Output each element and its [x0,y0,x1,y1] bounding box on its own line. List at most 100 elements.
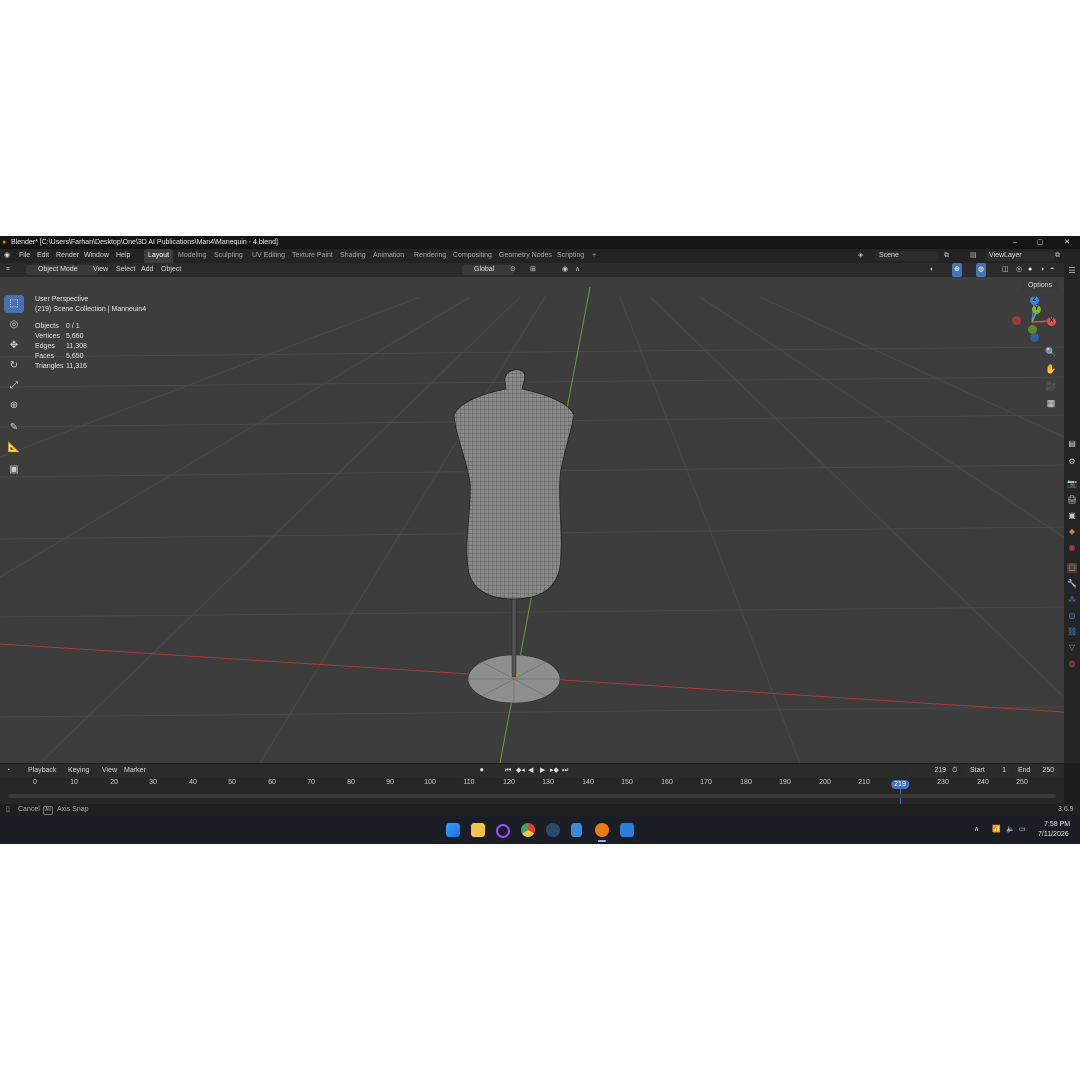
notes-app-icon[interactable] [571,823,582,837]
snap-icon[interactable]: ⊞ [530,263,536,277]
menu-file[interactable]: File [19,249,30,263]
constraints-properties-icon[interactable]: ⛓ [1067,627,1077,637]
select-box-tool[interactable]: ⬚ [4,295,24,313]
jump-end-icon[interactable]: ⏭ [562,764,568,778]
camera-view-icon[interactable]: 🎥 [1044,379,1058,393]
chrome-icon[interactable] [521,823,535,837]
tab-shading[interactable]: Shading [340,249,366,263]
pivot-icon[interactable]: ⊙ [510,263,516,277]
measure-tool[interactable]: 📐 [4,439,24,457]
auto-keying-icon[interactable]: ⏺ [480,764,484,778]
world-properties-icon[interactable]: ◉ [1067,543,1077,553]
clock-time[interactable]: 7:58 PM [1044,821,1070,828]
paint-app-icon[interactable] [620,823,634,837]
gizmo-toggle-icon[interactable]: ⊕ [952,263,962,277]
material-shading-icon[interactable]: ◑ [1040,263,1044,277]
close-button[interactable]: ✕ [1054,236,1080,249]
tab-modeling[interactable]: Modeling [178,249,206,263]
tab-animation[interactable]: Animation [373,249,404,263]
tab-uv-editing[interactable]: UV Editing [252,249,285,263]
scene-selector[interactable]: Scene [875,251,939,261]
view-layer-selector[interactable]: ViewLayer [985,251,1055,261]
wireframe-shading-icon[interactable]: ◎ [1016,263,1022,277]
add-workspace-button[interactable]: + [592,249,596,263]
tab-compositing[interactable]: Compositing [453,249,492,263]
data-properties-icon[interactable]: ▽ [1067,643,1077,653]
jump-start-icon[interactable]: ⏮ [505,764,511,778]
solid-shading-icon[interactable]: ● [1028,263,1032,277]
tab-scripting[interactable]: Scripting [557,249,584,263]
material-properties-icon[interactable]: ◍ [1067,659,1077,669]
xray-icon[interactable]: ◫ [1002,263,1009,277]
view-layer-properties-icon[interactable]: ▣ [1067,511,1077,521]
end-frame-field[interactable]: End 250 [1014,766,1058,776]
particles-properties-icon[interactable]: ⁂ [1067,595,1077,605]
options-button[interactable]: Options [1022,281,1058,291]
jump-keyframe-forward-icon[interactable]: ▸◆ [550,764,559,778]
menu-keying[interactable]: Keying [68,764,89,778]
scene-properties-icon[interactable]: ◆ [1067,527,1077,537]
new-view-layer-icon[interactable]: ⧉ [1055,249,1060,263]
tab-rendering[interactable]: Rendering [414,249,446,263]
menu-add[interactable]: Add [141,263,153,277]
minimize-button[interactable]: – [1002,236,1028,249]
editor-type-icon[interactable]: ⌗ [6,263,10,277]
gizmo-z-axis[interactable]: Z [1030,296,1039,305]
tab-texture-paint[interactable]: Texture Paint [292,249,333,263]
timeline-ruler[interactable]: 0 10 20 30 40 50 60 70 80 90 100 110 120… [0,778,1064,804]
scale-tool[interactable]: ⤢ [4,377,24,395]
transform-orientation-selector[interactable]: Global [462,265,514,275]
menu-edit[interactable]: Edit [37,249,49,263]
render-properties-icon[interactable]: 📷 [1067,479,1077,489]
file-explorer-icon[interactable] [471,823,485,837]
render-shading-icon[interactable]: ◓ [1050,263,1054,277]
tool-properties-icon[interactable]: ⚙ [1067,457,1077,467]
menu-marker[interactable]: Marker [124,764,146,778]
tab-geometry-nodes[interactable]: Geometry Nodes [499,249,552,263]
menu-playback[interactable]: Playback [28,764,56,778]
3d-viewport[interactable]: ⬚ ◎ ✥ ↻ ⤢ ⊕ ✎ 📐 ▣ User Perspective (219)… [0,277,1064,763]
tab-sculpting[interactable]: Sculpting [214,249,243,263]
menu-help[interactable]: Help [116,249,130,263]
timeline-editor-icon[interactable]: ◔ [6,764,10,778]
play-reverse-icon[interactable]: ◀ [528,764,533,778]
menu-window[interactable]: Window [84,249,109,263]
battery-icon[interactable]: ▭ [1019,825,1026,833]
menu-render[interactable]: Render [56,249,79,263]
overlay-toggle-icon[interactable]: ◍ [976,263,987,277]
menu-timeline-view[interactable]: View [102,764,117,778]
modifier-properties-icon[interactable]: 🔧 [1067,579,1077,589]
falloff-icon[interactable]: ∧ [575,263,580,277]
jump-keyframe-back-icon[interactable]: ◆◂ [516,764,525,778]
cursor-tool[interactable]: ◎ [4,316,24,334]
menu-select[interactable]: Select [116,263,135,277]
add-cube-tool[interactable]: ▣ [4,461,24,479]
transform-tool[interactable]: ⊕ [4,397,24,415]
gizmo-x-axis[interactable]: X [1047,317,1056,326]
play-icon[interactable]: ▶ [540,764,545,778]
move-tool[interactable]: ✥ [4,337,24,355]
tab-layout[interactable]: Layout [144,249,174,263]
timeline-scrollbar[interactable] [8,794,1056,798]
steam-icon[interactable] [546,823,560,837]
output-properties-icon[interactable]: 🖨 [1067,495,1077,505]
wifi-icon[interactable]: 📶 [992,825,1001,833]
gizmo-neg-z-axis[interactable] [1030,333,1039,342]
preview-range-icon[interactable]: ⏱ [952,764,957,778]
clock-date[interactable]: 7/11/2026 [1038,831,1069,838]
pan-hand-icon[interactable]: ✋ [1044,362,1058,376]
start-frame-field[interactable]: Start 1 [966,766,1010,776]
tray-overflow-icon[interactable]: ∧ [974,825,979,833]
current-frame-field[interactable]: 219 [906,766,950,776]
blender-taskbar-icon[interactable] [595,823,609,837]
app-circle-icon[interactable] [496,824,510,838]
zoom-icon[interactable]: 🔍 [1044,345,1058,359]
menu-view[interactable]: View [93,263,108,277]
maximize-button[interactable]: ▢ [1027,236,1053,249]
gizmo-y-axis[interactable]: Y [1032,305,1041,314]
blender-menu-icon[interactable]: ◉ [4,249,10,263]
gizmo-neg-x-axis[interactable] [1012,316,1021,325]
mannequin-mesh[interactable] [453,369,575,704]
perspective-toggle-icon[interactable]: ▦ [1044,396,1058,410]
outliner-icon[interactable]: ☰ [1067,266,1077,276]
